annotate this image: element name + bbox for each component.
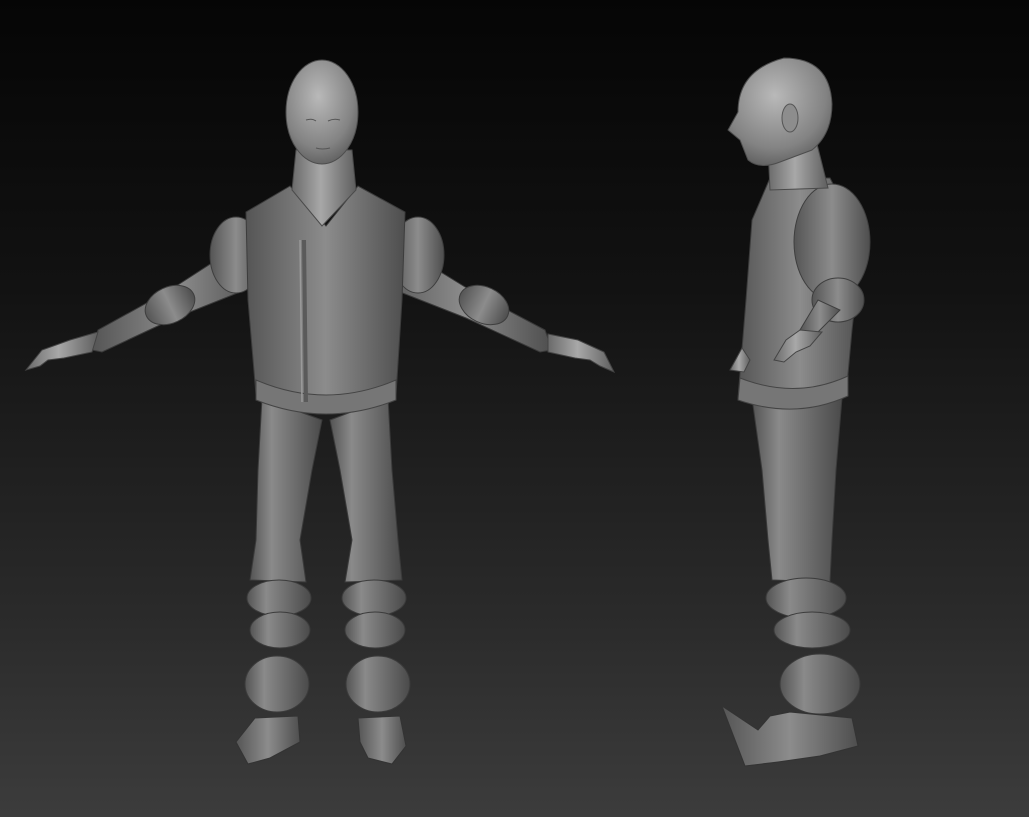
front-shirt-placket: [302, 239, 308, 403]
front-right-knee-ruffle-2: [344, 611, 406, 649]
side-ear: [781, 103, 799, 133]
side-ankle-ruffle: [779, 653, 861, 715]
front-head: [285, 59, 359, 165]
side-view-model: [720, 57, 871, 767]
render-canvas: [24, 57, 871, 767]
front-left-ankle-ruffle: [244, 655, 310, 713]
front-left-leg: [249, 397, 323, 583]
side-shoe: [720, 704, 859, 767]
front-left-knee-ruffle-1: [246, 579, 312, 617]
side-leg-back: [751, 397, 843, 583]
sculpt-viewport: [0, 0, 1029, 817]
front-left-hand: [24, 331, 99, 371]
front-left-knee-ruffle-2: [249, 611, 311, 649]
front-right-ankle-ruffle: [345, 655, 411, 713]
front-right-shoe: [357, 715, 407, 765]
front-left-shoe: [235, 715, 301, 765]
front-right-knee-ruffle-1: [341, 579, 407, 617]
front-view-model: [24, 59, 616, 765]
front-right-leg: [329, 397, 403, 583]
side-knee-ruffle-2: [773, 611, 851, 649]
front-right-hand: [547, 333, 616, 373]
